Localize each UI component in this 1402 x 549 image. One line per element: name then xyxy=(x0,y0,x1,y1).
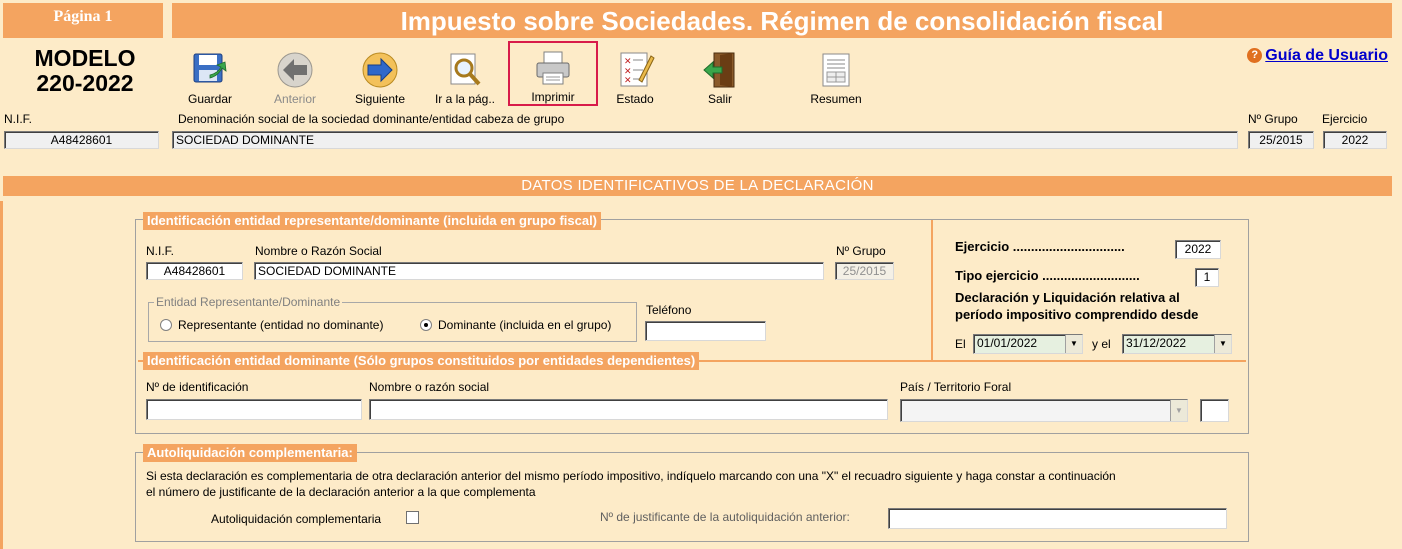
complementaria-checkbox[interactable] xyxy=(406,511,419,524)
radio-representante[interactable]: Representante (entidad no dominante) xyxy=(160,318,383,332)
left-accent-bar xyxy=(0,201,3,549)
previous-button[interactable]: Anterior xyxy=(253,44,337,106)
periodo-line1: Declaración y Liquidación relativa al xyxy=(955,290,1180,305)
fecha-desde-value: 01/01/2022 xyxy=(977,336,1038,350)
status-label: Estado xyxy=(616,92,654,106)
save-icon xyxy=(190,50,230,90)
status-button[interactable]: ✕ ✕ ✕ Estado xyxy=(593,44,677,106)
dom-id-label: Nº de identificación xyxy=(146,380,249,394)
chevron-down-icon[interactable]: ▼ xyxy=(1065,335,1082,353)
complementaria-title: Autoliquidación complementaria: xyxy=(143,444,357,462)
rep-nif-label: N.I.F. xyxy=(146,244,175,258)
summary-icon xyxy=(816,50,856,90)
model-number: 220-2022 xyxy=(36,70,134,96)
dom-nombre-label: Nombre o razón social xyxy=(369,380,490,394)
tipo-ejercicio-label: Tipo ejercicio .........................… xyxy=(955,268,1140,283)
telefono-field[interactable] xyxy=(645,321,766,341)
panel-ejercicio-label: Ejercicio ..............................… xyxy=(955,239,1125,254)
fecha-hasta-label: y el xyxy=(1092,337,1111,351)
user-guide-link[interactable]: ? Guía de Usuario xyxy=(1247,47,1388,65)
radio-dominante[interactable]: Dominante (incluida en el grupo) xyxy=(420,318,611,332)
denominacion-label: Denominación social de la sociedad domin… xyxy=(178,112,565,126)
dom-id-field[interactable] xyxy=(146,399,362,420)
user-guide-label: Guía de Usuario xyxy=(1265,47,1388,64)
save-button[interactable]: Guardar xyxy=(168,44,252,106)
radio-dominante-label: Dominante (incluida en el grupo) xyxy=(438,318,612,332)
printer-icon xyxy=(533,48,573,88)
justificante-field[interactable] xyxy=(888,508,1227,529)
goto-page-button[interactable]: Ir a la pág.. xyxy=(423,44,507,106)
denominacion-field[interactable]: SOCIEDAD DOMINANTE xyxy=(172,131,1238,149)
goto-page-label: Ir a la pág.. xyxy=(434,92,496,106)
model-label: MODELO xyxy=(34,45,136,71)
pais-label: País / Territorio Foral xyxy=(900,380,1012,394)
grupo-label: Nº Grupo xyxy=(1248,112,1298,126)
svg-text:✕: ✕ xyxy=(624,57,632,67)
model-identifier: MODELO 220-2022 xyxy=(10,46,160,96)
fecha-hasta-value: 31/12/2022 xyxy=(1126,336,1187,350)
exit-door-icon xyxy=(700,50,740,90)
svg-text:✕: ✕ xyxy=(624,76,632,86)
complementaria-text-1: Si esta declaración es complementaria de… xyxy=(146,469,1116,483)
entity-type-legend: Entidad Representante/Dominante xyxy=(154,295,343,309)
grupo-field[interactable]: 25/2015 xyxy=(1248,131,1314,149)
dom-nombre-field[interactable] xyxy=(369,399,888,420)
exit-button[interactable]: Salir xyxy=(678,44,762,106)
panel-ejercicio-field[interactable]: 2022 xyxy=(1175,240,1221,259)
arrow-left-icon xyxy=(275,50,315,90)
ejercicio-field[interactable]: 2022 xyxy=(1323,131,1387,149)
next-label: Siguiente xyxy=(354,92,406,106)
magnifier-icon xyxy=(445,50,485,90)
chevron-down-icon[interactable]: ▼ xyxy=(1214,335,1231,353)
complementaria-checkbox-label: Autoliquidación complementaria xyxy=(211,512,382,526)
radio-representante-label: Representante (entidad no dominante) xyxy=(178,318,384,332)
telefono-label: Teléfono xyxy=(646,303,692,317)
rep-nombre-field[interactable]: SOCIEDAD DOMINANTE xyxy=(254,262,824,280)
fecha-desde-select[interactable]: 01/01/2022 ▼ xyxy=(973,334,1083,354)
question-icon: ? xyxy=(1247,48,1263,63)
pais-code-field[interactable] xyxy=(1200,399,1229,422)
arrow-right-icon xyxy=(360,50,400,90)
section-title: DATOS IDENTIFICATIVOS DE LA DECLARACIÓN xyxy=(3,176,1392,196)
rep-grupo-field[interactable]: 25/2015 xyxy=(835,262,894,280)
dominante-title: Identificación entidad dominante (Sólo g… xyxy=(143,352,700,370)
ejercicio-panel-divider xyxy=(931,220,933,360)
rep-nombre-label: Nombre o Razón Social xyxy=(255,244,382,258)
periodo-line2: período impositivo comprendido desde xyxy=(955,307,1199,322)
complementaria-text-2: el número de justificante de la declarac… xyxy=(146,485,536,499)
nif-field[interactable]: A48428601 xyxy=(4,131,159,149)
fecha-hasta-select[interactable]: 31/12/2022 ▼ xyxy=(1122,334,1232,354)
fecha-desde-label: El xyxy=(955,337,966,351)
page-indicator: Página 1 xyxy=(3,3,163,38)
form-title: Impuesto sobre Sociedades. Régimen de co… xyxy=(172,3,1392,38)
justificante-label: Nº de justificante de la autoliquidación… xyxy=(600,510,850,524)
rep-nif-field[interactable]: A48428601 xyxy=(146,262,243,280)
exit-label: Salir xyxy=(707,92,732,106)
nif-label: N.I.F. xyxy=(4,112,33,126)
representante-title: Identificación entidad representante/dom… xyxy=(143,212,602,230)
pais-select[interactable]: ▼ xyxy=(900,399,1188,422)
tipo-ejercicio-field[interactable]: 1 xyxy=(1195,268,1219,287)
next-button[interactable]: Siguiente xyxy=(338,44,422,106)
summary-label: Resumen xyxy=(810,92,862,106)
radio-representante-control[interactable] xyxy=(160,319,172,331)
ejercicio-label: Ejercicio xyxy=(1322,112,1368,126)
rep-grupo-label: Nº Grupo xyxy=(836,244,886,258)
print-label: Imprimir xyxy=(531,90,575,104)
print-button[interactable]: Imprimir xyxy=(508,41,598,106)
checklist-icon: ✕ ✕ ✕ xyxy=(615,50,655,90)
chevron-down-icon[interactable]: ▼ xyxy=(1170,400,1187,421)
previous-label: Anterior xyxy=(273,92,317,106)
save-label: Guardar xyxy=(187,92,233,106)
radio-dominante-control[interactable] xyxy=(420,319,432,331)
summary-button[interactable]: Resumen xyxy=(794,44,878,106)
